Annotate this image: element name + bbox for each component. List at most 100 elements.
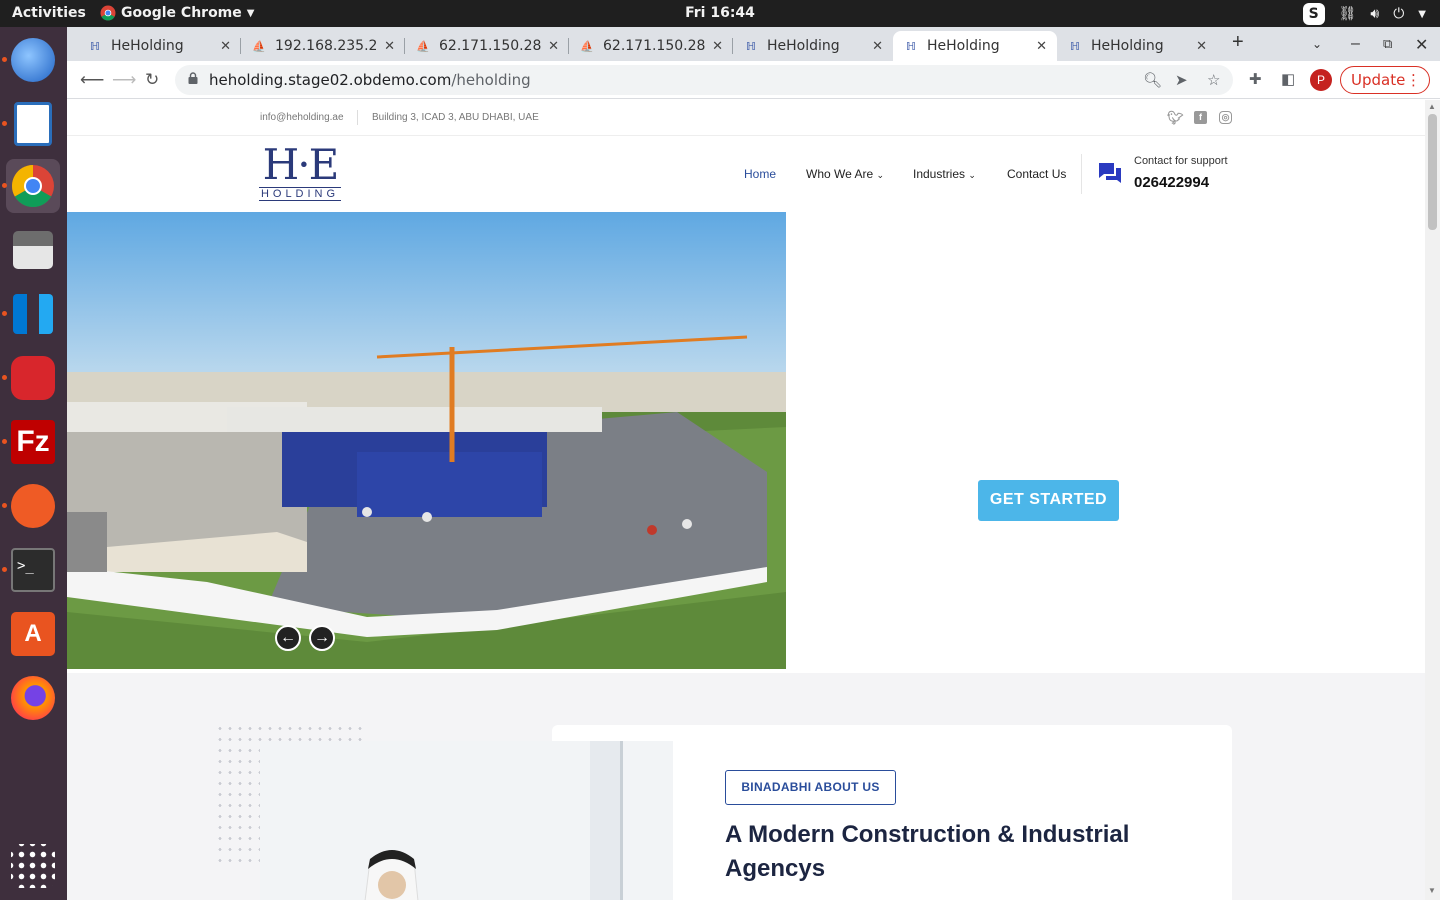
extensions-icon[interactable]: ✚ xyxy=(1249,70,1262,88)
slider-prev-button[interactable]: ← xyxy=(275,625,301,651)
chevron-down-icon: ▼ xyxy=(246,7,255,19)
hero-slider-image xyxy=(67,212,786,669)
tab-strip: ℍ HeHolding ✕ ⛵ 192.168.235.20 ✕ ⛵ 62.171.150… xyxy=(67,27,1440,61)
software-center-icon: A xyxy=(11,612,55,656)
twitter-icon[interactable]: 🐦︎ xyxy=(1167,111,1184,124)
reload-button[interactable]: ↻ xyxy=(145,70,159,90)
tab-title: 62.171.150.28 / xyxy=(439,38,543,54)
dock-firefox[interactable] xyxy=(6,671,60,725)
address-bar[interactable]: heholding.stage02.obdemo.com/heholding 🔍… xyxy=(175,65,1233,95)
thunderbird-icon xyxy=(11,38,55,82)
tab-0[interactable]: ℍ HeHolding ✕ xyxy=(77,31,241,61)
close-icon[interactable]: ✕ xyxy=(548,39,559,54)
dock-writer[interactable] xyxy=(2,97,60,151)
dock-vscode[interactable] xyxy=(2,287,60,341)
site-logo[interactable]: H·E HOLDING xyxy=(259,144,341,203)
chrome-icon xyxy=(11,165,54,208)
phpmyadmin-favicon: ⛵ xyxy=(580,39,594,53)
dock-software[interactable]: A xyxy=(6,607,60,661)
close-icon[interactable]: ✕ xyxy=(1036,39,1047,54)
tab-title: 192.168.235.20 xyxy=(275,38,379,54)
tab-3[interactable]: ⛵ 62.171.150.28 / ✕ xyxy=(569,31,733,61)
nav-label: Who We Are xyxy=(806,167,874,181)
new-tab-button[interactable]: + xyxy=(1232,31,1244,54)
bookmark-star-icon[interactable]: ☆ xyxy=(1207,71,1220,89)
facebook-icon[interactable]: f xyxy=(1194,111,1207,124)
tab-6[interactable]: ℍ HeHolding ✕ xyxy=(1057,31,1217,61)
dock-postman[interactable] xyxy=(2,479,60,533)
nav-contact-us[interactable]: Contact Us xyxy=(1007,167,1066,181)
running-indicator xyxy=(2,567,7,572)
skype-icon[interactable]: S xyxy=(1302,3,1325,25)
close-icon[interactable]: ✕ xyxy=(220,39,231,54)
phpmyadmin-favicon: ⛵ xyxy=(252,39,266,53)
back-button[interactable]: ⟵ xyxy=(80,70,104,90)
dock-chrome[interactable] xyxy=(2,159,60,213)
activities-button[interactable]: Activities xyxy=(12,5,86,21)
chevron-down-icon: ▼ xyxy=(1418,8,1426,20)
scrollbar-thumb[interactable] xyxy=(1428,114,1437,230)
support-phone[interactable]: 026422994 xyxy=(1134,174,1209,191)
update-label: Update xyxy=(1351,71,1406,89)
tab-title: HeHolding xyxy=(1091,38,1164,54)
close-icon[interactable]: ✕ xyxy=(712,39,723,54)
nav-home[interactable]: Home xyxy=(744,167,776,181)
tab-1[interactable]: ⛵ 192.168.235.20 ✕ xyxy=(241,31,405,61)
close-icon[interactable]: ✕ xyxy=(1196,39,1207,54)
update-button[interactable]: Update ⋮ xyxy=(1340,66,1430,94)
running-indicator xyxy=(2,439,7,444)
page-scrollbar[interactable]: ▲ ▼ xyxy=(1425,100,1440,900)
dock-filezilla[interactable]: Fz xyxy=(2,415,60,469)
dock-thunderbird[interactable] xyxy=(2,33,60,87)
vscode-icon xyxy=(13,294,53,334)
side-panel-icon[interactable]: ◧ xyxy=(1281,70,1295,88)
tab-5-active[interactable]: ℍ HeHolding ✕ xyxy=(893,31,1057,61)
window-close-button[interactable]: ✕ xyxy=(1415,35,1428,55)
tab-title: HeHolding xyxy=(111,38,184,54)
tab-title: HeHolding xyxy=(927,38,1000,54)
tab-search-chevron-icon[interactable]: ⌄ xyxy=(1312,37,1322,51)
running-indicator xyxy=(2,57,7,62)
close-icon[interactable]: ✕ xyxy=(384,39,395,54)
writer-icon xyxy=(14,102,52,146)
nav-label: Industries xyxy=(913,167,966,181)
send-icon[interactable]: ➤ xyxy=(1175,71,1188,89)
instagram-icon[interactable]: ◎ xyxy=(1219,111,1232,124)
contact-address: Building 3, ICAD 3, ABU DHABI, UAE xyxy=(372,112,539,123)
maximize-button[interactable]: ⧉ xyxy=(1383,36,1392,52)
dock-terminal[interactable]: >_ xyxy=(2,543,60,597)
chevron-down-icon: ⌄ xyxy=(876,170,885,180)
get-started-button[interactable]: GET STARTED xyxy=(978,480,1119,521)
slider-next-button[interactable]: → xyxy=(309,625,335,651)
logo-word: HOLDING xyxy=(259,187,341,201)
support-label: Contact for support xyxy=(1134,155,1228,167)
nav-who-we-are[interactable]: Who We Are ⌄ xyxy=(806,167,884,181)
scroll-up-icon[interactable]: ▲ xyxy=(1428,102,1436,111)
zoom-icon[interactable]: 🔍︎ xyxy=(1143,71,1162,89)
heholding-favicon: ℍ xyxy=(906,39,916,53)
profile-avatar[interactable]: P xyxy=(1310,69,1332,91)
nav-industries[interactable]: Industries ⌄ xyxy=(913,167,976,181)
volume-icon: 🔊︎ xyxy=(1370,6,1380,22)
minimize-button[interactable]: – xyxy=(1351,35,1360,53)
dock-chat[interactable] xyxy=(2,351,60,405)
about-heading: A Modern Construction & Industrial Agenc… xyxy=(725,821,1130,882)
chrome-icon xyxy=(100,5,116,21)
forward-button[interactable]: ⟶ xyxy=(112,70,136,90)
app-menu[interactable]: Google Chrome ▼ xyxy=(100,5,254,21)
tab-4[interactable]: ℍ HeHolding ✕ xyxy=(733,31,893,61)
more-menu-icon: ⋮ xyxy=(1406,71,1421,89)
heholding-favicon: ℍ xyxy=(90,39,100,53)
chevron-down-icon: ⌄ xyxy=(968,170,976,180)
system-tray[interactable]: S ⛓ 🔊︎ ⏻ ▼ xyxy=(1302,3,1426,25)
scroll-down-icon[interactable]: ▼ xyxy=(1428,886,1436,895)
close-icon[interactable]: ✕ xyxy=(872,39,883,54)
filezilla-icon: Fz xyxy=(11,420,55,464)
network-icon: ⛓ xyxy=(1338,6,1357,22)
running-indicator xyxy=(2,375,7,380)
dock-files[interactable] xyxy=(6,223,60,277)
url-text[interactable]: heholding.stage02.obdemo.com/heholding xyxy=(209,71,531,89)
contact-email[interactable]: info@heholding.ae xyxy=(260,112,344,123)
show-applications[interactable] xyxy=(6,839,60,893)
tab-2[interactable]: ⛵ 62.171.150.28 / ✕ xyxy=(405,31,569,61)
